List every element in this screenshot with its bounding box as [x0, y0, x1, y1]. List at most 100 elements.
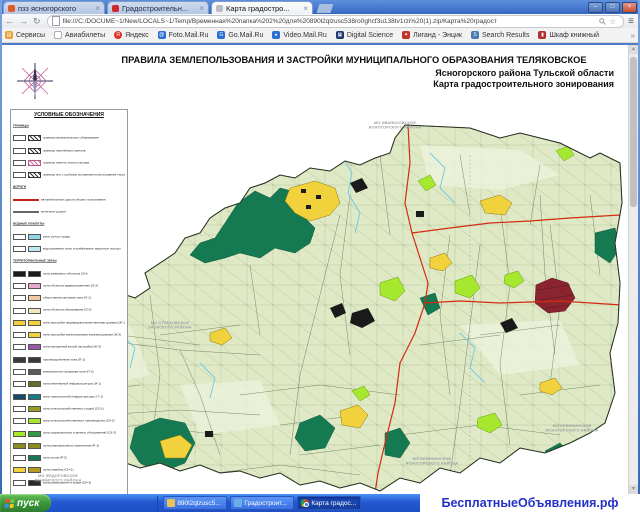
bookmark-item[interactable]: ✦ Лиганд - Энцик	[402, 31, 462, 39]
legend-swatch-right	[28, 148, 41, 154]
bookmarks-overflow-icon[interactable]: »	[631, 31, 635, 40]
quick-launch-icon[interactable]	[104, 498, 114, 508]
bookmark-favicon: ▤	[5, 31, 13, 39]
legend-item-label: зоны режимных объектов (СН)	[43, 272, 125, 275]
bookmark-item[interactable]: Я Яндекс	[114, 31, 149, 39]
quick-launch-icon[interactable]	[140, 498, 150, 508]
legend-swatch-right	[28, 357, 41, 363]
legend-item: реки, ручьи, пруды	[13, 231, 125, 243]
legend-swatch-left	[13, 332, 26, 338]
map-title-line2: Ясногорского района Тульской области	[435, 68, 614, 78]
task-button[interactable]: Карта градос...	[297, 496, 361, 510]
bookmark-item[interactable]: S Search Results	[471, 31, 529, 39]
task-button-label: Градостроит...	[244, 500, 287, 507]
bookmark-star-icon[interactable]: ☆	[609, 17, 616, 26]
legend-item: зона лесов (Р-2)	[13, 452, 125, 464]
bookmark-label: Авиабилеты	[65, 32, 105, 39]
legend-swatch-left	[13, 394, 26, 400]
legend-item-label: зона сельскохозяйственных угодий (СХ-1)	[43, 407, 125, 410]
quick-launch-icon[interactable]	[128, 498, 138, 508]
back-icon[interactable]: ←	[5, 15, 14, 27]
legend-swatch-right	[28, 369, 41, 375]
windows-flag-icon	[4, 499, 14, 508]
forward-icon[interactable]: →	[19, 15, 28, 27]
tab-close-icon[interactable]: ×	[95, 5, 100, 12]
legend-swatch-left	[13, 234, 26, 240]
browser-tab[interactable]: пзз ясногорского ×	[3, 1, 105, 14]
legend-swatch-right	[28, 234, 41, 240]
address-bar[interactable]: file:///C:/DOCUME~1/New/LOCALS~1/Temp/Вр…	[47, 15, 625, 28]
window-edge-left	[0, 0, 2, 494]
bookmark-item[interactable]: @ Foto.Mail.Ru	[158, 31, 209, 39]
restore-button[interactable]: □	[605, 2, 620, 13]
quick-launch-icon[interactable]	[68, 498, 78, 508]
legend-item-label: зона сельскохозяйственного производства …	[43, 420, 125, 423]
browser-toolbar: ← → ↻ file:///C:/DOCUME~1/New/LOCALS~1/T…	[0, 14, 640, 29]
task-button[interactable]: Градостроит...	[230, 496, 294, 510]
bookmark-item[interactable]: ▦ Digital Science	[336, 31, 393, 39]
bookmark-item[interactable]: ▤ Сервисы	[5, 31, 45, 39]
bookmark-item[interactable]: G Go.Mail.Ru	[217, 31, 263, 39]
zoom-search-icon[interactable]	[599, 18, 606, 25]
bookmark-favicon: Я	[114, 31, 122, 39]
taskbar: пуск 890l2qlzusc5... Градостроит... Карт…	[0, 494, 640, 512]
browser-tab[interactable]: Карта градостро... ×	[211, 1, 313, 14]
bookmark-favicon: ✦	[402, 31, 410, 39]
browser-tab[interactable]: Градостроительн... ×	[107, 1, 209, 14]
window-controls: – □ ×	[588, 2, 637, 13]
menu-icon[interactable]: ≡	[628, 16, 634, 27]
tab-close-icon[interactable]: ×	[199, 5, 204, 12]
quick-launch-icon[interactable]	[56, 498, 66, 508]
legend-item: граница муниципального образования	[13, 132, 125, 144]
legend-item-label: зона застройки индивидуальными жилыми до…	[43, 321, 125, 324]
bookmarks-bar: ▤ Сервисы Авиабилеты Я Яндекс @ Foto.Mai…	[0, 28, 640, 43]
legend-swatch-left	[13, 455, 26, 461]
bookmark-item[interactable]: Авиабилеты	[54, 31, 105, 39]
page-icon	[52, 16, 60, 26]
scrollbar-thumb[interactable]	[630, 57, 637, 207]
legend-swatch-left	[13, 271, 26, 277]
legend-item: зоны режимных объектов (СН)	[13, 268, 125, 280]
quick-launch-icon[interactable]	[80, 498, 90, 508]
quick-launch-icon[interactable]	[92, 498, 102, 508]
url-text[interactable]: file:///C:/DOCUME~1/New/LOCALS~1/Temp/Вр…	[63, 18, 596, 25]
bookmark-label: Foto.Mail.Ru	[169, 32, 209, 39]
start-label: пуск	[17, 498, 39, 509]
legend-item: зона застройки индивидуальными жилыми до…	[13, 317, 125, 329]
page-scrollbar[interactable]: ▲ ▼	[628, 45, 638, 494]
reload-icon[interactable]: ↻	[33, 15, 41, 27]
bookmark-favicon: ▮	[538, 31, 546, 39]
legend-swatch-right	[28, 381, 41, 387]
bookmark-item[interactable]: ▸ Video.Mail.Ru	[272, 31, 326, 39]
bookmark-label: Яндекс	[125, 32, 149, 39]
watermark: БесплатныеОбъявления.рф	[420, 494, 640, 512]
legend-item: границы зон с особыми условиями использо…	[13, 169, 125, 181]
legend-item: общественно-деловая зона (О-1)	[13, 292, 125, 304]
start-button[interactable]: пуск	[0, 494, 51, 512]
neighbor-label-south: МО РЕВЯКИНСКОЕЯСНОГОРСКОГО РАЙОНА	[380, 457, 485, 467]
legend-swatch-left	[13, 467, 26, 473]
legend-item-label: зона лесов (Р-2)	[43, 457, 125, 460]
browser-window: пзз ясногорского × Градостроительн... × …	[0, 0, 640, 512]
legend-swatch-right	[28, 443, 41, 449]
tab-close-icon[interactable]: ×	[303, 5, 308, 12]
legend-item: зона инженерной инфраструктуры (И-1)	[13, 378, 125, 390]
scroll-down-icon[interactable]: ▼	[629, 485, 638, 494]
legend-swatch-left	[13, 172, 26, 178]
bookmark-item[interactable]: ▮ Шкаф книжный	[538, 31, 599, 39]
legend-item-label: реки, ручьи, пруды	[43, 235, 125, 238]
close-button[interactable]: ×	[622, 2, 637, 13]
scroll-up-icon[interactable]: ▲	[629, 45, 638, 54]
bookmark-favicon	[54, 31, 62, 39]
new-tab-button[interactable]	[317, 4, 334, 13]
legend-swatch-right	[28, 431, 41, 437]
legend-swatch-left	[13, 431, 26, 437]
minimize-button[interactable]: –	[588, 2, 603, 13]
legend-item: производственная зона (П-1)	[13, 354, 125, 366]
legend-swatch-right	[28, 332, 41, 338]
legend-item-label: границы населённых пунктов	[43, 149, 125, 152]
task-button[interactable]: 890l2qlzusc5...	[163, 496, 227, 510]
legend-item: зона смешанной жилой застройки (Ж-3)	[13, 341, 125, 353]
task-button-label: 890l2qlzusc5...	[177, 500, 220, 507]
quick-launch-icon[interactable]	[116, 498, 126, 508]
